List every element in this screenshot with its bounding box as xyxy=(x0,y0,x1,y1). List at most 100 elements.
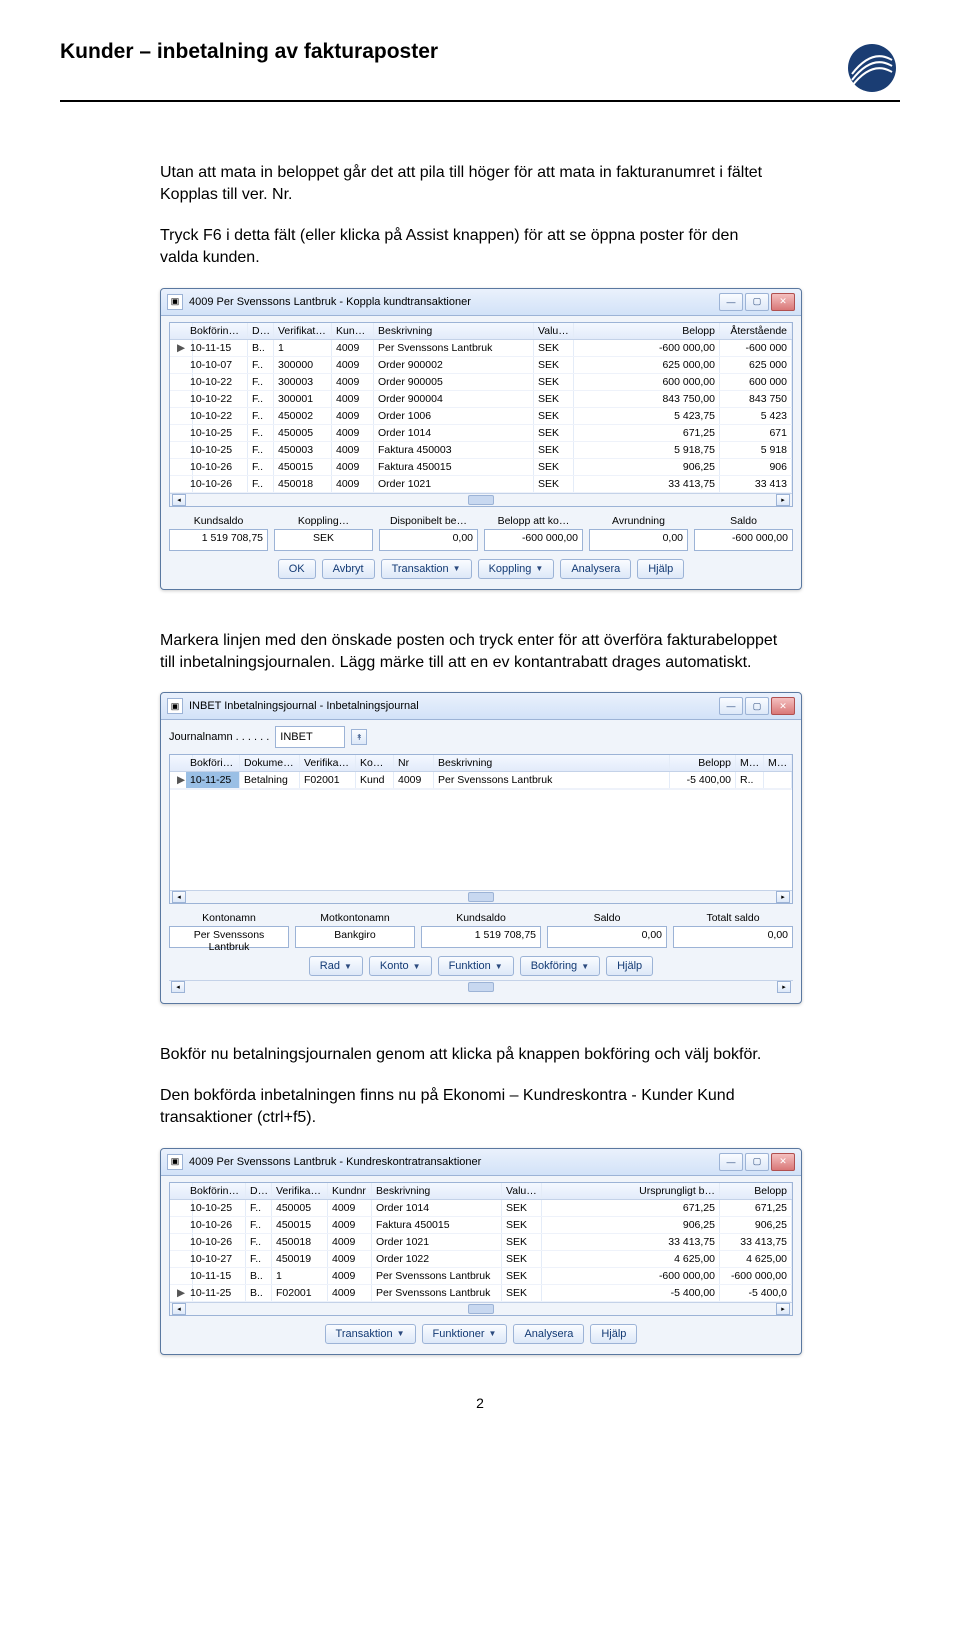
ok-button[interactable]: OK xyxy=(278,559,316,579)
minimize-button[interactable]: — xyxy=(719,697,743,715)
column-header[interactable]: Verifikatio… xyxy=(272,1183,328,1199)
column-header[interactable]: Beskrivning xyxy=(374,323,534,339)
column-header[interactable]: Motl xyxy=(764,755,792,771)
maximize-button[interactable]: ▢ xyxy=(745,293,769,311)
journalnamn-input[interactable]: INBET xyxy=(275,726,345,748)
scroll-right-icon[interactable]: ▸ xyxy=(777,981,791,993)
minimize-button[interactable]: — xyxy=(719,1153,743,1171)
lookup-icon[interactable]: ↟ xyxy=(351,729,367,745)
table-row[interactable]: 10-10-22F..3000034009Order 900005SEK600 … xyxy=(170,374,792,391)
scroll-thumb[interactable] xyxy=(468,982,494,992)
column-header[interactable]: D… xyxy=(246,1183,272,1199)
scroll-right-icon[interactable]: ▸ xyxy=(776,1303,790,1315)
column-header[interactable]: M… xyxy=(736,755,764,771)
table-row[interactable]: ▶10-11-25BetalningF02001Kund4009Per Sven… xyxy=(170,772,792,789)
konto-button[interactable]: Konto▼ xyxy=(369,956,432,976)
maximize-button[interactable]: ▢ xyxy=(745,697,769,715)
scroll-thumb[interactable] xyxy=(468,1304,494,1314)
scroll-thumb[interactable] xyxy=(468,495,494,505)
cell: 4009 xyxy=(332,391,374,407)
transaktion-button[interactable]: Transaktion▼ xyxy=(381,559,472,579)
table-row[interactable]: ▶10-11-25B..F020014009Per Svenssons Lant… xyxy=(170,1285,792,1302)
close-button[interactable]: ✕ xyxy=(771,697,795,715)
table-row[interactable]: 10-10-27F..4500194009Order 1022SEK4 625,… xyxy=(170,1251,792,1268)
chevron-down-icon: ▼ xyxy=(413,962,421,971)
table-row[interactable]: 10-10-25F..4500054009Order 1014SEK671,25… xyxy=(170,1200,792,1217)
column-header[interactable]: Verifikatio… xyxy=(300,755,356,771)
transaktion-button[interactable]: Transaktion▼ xyxy=(325,1324,416,1344)
cell: 300003 xyxy=(274,374,332,390)
hjälp-button[interactable]: Hjälp xyxy=(637,559,684,579)
scroll-left-icon[interactable]: ◂ xyxy=(172,494,186,506)
column-header[interactable]: Belopp xyxy=(574,323,720,339)
table-row[interactable]: 10-10-22F..4500024009Order 1006SEK5 423,… xyxy=(170,408,792,425)
scroll-right-icon[interactable]: ▸ xyxy=(776,494,790,506)
transactions-grid[interactable]: Bokföring…D…Verifikatio…KundnrBeskrivnin… xyxy=(169,322,793,507)
close-button[interactable]: ✕ xyxy=(771,1153,795,1171)
table-row[interactable]: 10-11-15B..14009Per Svenssons LantbrukSE… xyxy=(170,1268,792,1285)
column-header[interactable]: Kundnr xyxy=(332,323,374,339)
column-header[interactable]: D… xyxy=(248,323,274,339)
column-header[interactable]: Bokföring… xyxy=(186,755,240,771)
column-header[interactable]: Nr xyxy=(394,755,434,771)
column-header[interactable]: Ursprungligt b… xyxy=(542,1183,720,1199)
cell: 300001 xyxy=(274,391,332,407)
window-titlebar[interactable]: ▣ INBET Inbetalningsjournal - Inbetalnin… xyxy=(161,693,801,720)
column-header[interactable]: Beskrivning xyxy=(434,755,670,771)
journal-grid[interactable]: Bokföring…Dokume…Verifikatio…Kon…NrBeskr… xyxy=(169,754,793,904)
table-row[interactable]: 10-10-25F..4500034009Faktura 450003SEK5 … xyxy=(170,442,792,459)
column-header[interactable]: Belopp xyxy=(720,1183,792,1199)
column-header[interactable]: Återstående xyxy=(720,323,792,339)
column-header[interactable]: Bokföring… xyxy=(186,1183,246,1199)
column-header[interactable]: Bokföring… xyxy=(186,323,248,339)
analysera-button[interactable]: Analysera xyxy=(560,559,631,579)
button-label: Analysera xyxy=(571,563,620,575)
cell: 4009 xyxy=(332,459,374,475)
column-header[interactable]: Dokume… xyxy=(240,755,300,771)
column-header[interactable]: Kon… xyxy=(356,755,394,771)
table-row[interactable]: 10-10-25F..4500054009Order 1014SEK671,25… xyxy=(170,425,792,442)
column-header[interactable]: Valut… xyxy=(502,1183,542,1199)
avbryt-button[interactable]: Avbryt xyxy=(322,559,375,579)
outer-scrollbar[interactable]: ◂ ▸ xyxy=(169,980,793,993)
table-row[interactable]: 10-10-26F..4500184009Order 1021SEK33 413… xyxy=(170,1234,792,1251)
scroll-thumb[interactable] xyxy=(468,892,494,902)
table-row[interactable]: 10-10-22F..3000014009Order 900004SEK843 … xyxy=(170,391,792,408)
hjälp-button[interactable]: Hjälp xyxy=(606,956,653,976)
ledger-grid[interactable]: Bokföring…D…Verifikatio…KundnrBeskrivnin… xyxy=(169,1182,793,1316)
close-button[interactable]: ✕ xyxy=(771,293,795,311)
scroll-left-icon[interactable]: ◂ xyxy=(171,981,185,993)
horizontal-scrollbar[interactable]: ◂ ▸ xyxy=(170,1302,792,1315)
cell: 4009 xyxy=(332,374,374,390)
table-row[interactable]: 10-10-26F..4500184009Order 1021SEK33 413… xyxy=(170,476,792,493)
maximize-button[interactable]: ▢ xyxy=(745,1153,769,1171)
horizontal-scrollbar[interactable]: ◂ ▸ xyxy=(170,493,792,506)
funktion-button[interactable]: Funktion▼ xyxy=(438,956,514,976)
window-titlebar[interactable]: ▣ 4009 Per Svenssons Lantbruk - Kundresk… xyxy=(161,1149,801,1176)
table-row[interactable]: 10-10-26F..4500154009Faktura 450015SEK90… xyxy=(170,459,792,476)
table-row[interactable]: ▶10-11-15B..14009Per Svenssons LantbrukS… xyxy=(170,340,792,357)
column-header[interactable]: Kundnr xyxy=(328,1183,372,1199)
analysera-button[interactable]: Analysera xyxy=(513,1324,584,1344)
hjälp-button[interactable]: Hjälp xyxy=(590,1324,637,1344)
minimize-button[interactable]: — xyxy=(719,293,743,311)
horizontal-scrollbar[interactable]: ◂ ▸ xyxy=(170,890,792,903)
column-header[interactable]: Belopp xyxy=(670,755,736,771)
scroll-left-icon[interactable]: ◂ xyxy=(172,1303,186,1315)
cell: 625 000 xyxy=(720,357,792,373)
summary-row: Kundsaldo1 519 708,75Koppling…SEKDisponi… xyxy=(169,515,793,551)
scroll-right-icon[interactable]: ▸ xyxy=(776,891,790,903)
cell: Per Svenssons Lantbruk xyxy=(434,772,670,788)
scroll-left-icon[interactable]: ◂ xyxy=(172,891,186,903)
funktioner-button[interactable]: Funktioner▼ xyxy=(422,1324,508,1344)
window-titlebar[interactable]: ▣ 4009 Per Svenssons Lantbruk - Koppla k… xyxy=(161,289,801,316)
column-header[interactable]: Beskrivning xyxy=(372,1183,502,1199)
koppling-button[interactable]: Koppling▼ xyxy=(478,559,555,579)
summary-field: Saldo0,00 xyxy=(547,912,667,948)
rad-button[interactable]: Rad▼ xyxy=(309,956,363,976)
bokföring-button[interactable]: Bokföring▼ xyxy=(520,956,600,976)
column-header[interactable]: Valut… xyxy=(534,323,574,339)
table-row[interactable]: 10-10-07F..3000004009Order 900002SEK625 … xyxy=(170,357,792,374)
table-row[interactable]: 10-10-26F..4500154009Faktura 450015SEK90… xyxy=(170,1217,792,1234)
column-header[interactable]: Verifikatio… xyxy=(274,323,332,339)
